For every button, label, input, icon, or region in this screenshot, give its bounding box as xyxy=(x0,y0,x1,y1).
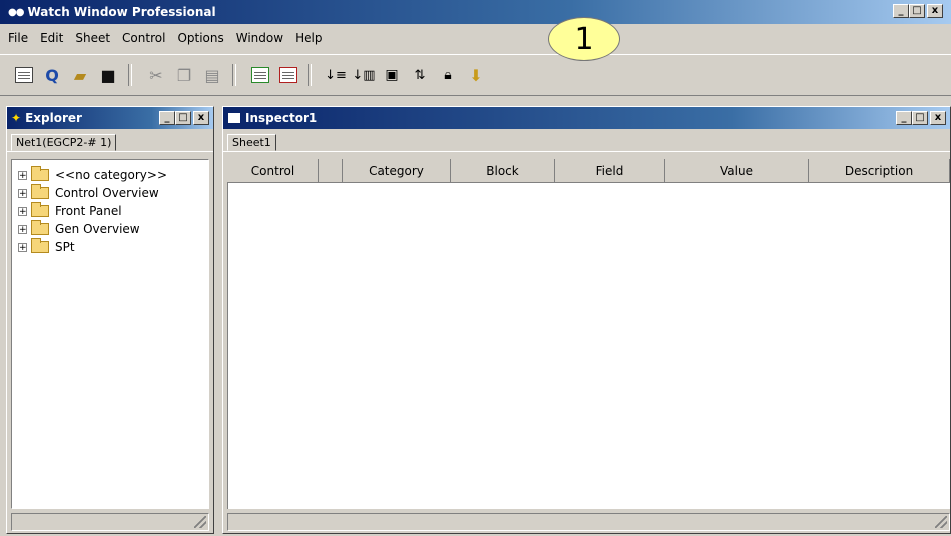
column-value[interactable]: Value xyxy=(665,159,809,183)
menu-window[interactable]: Window xyxy=(236,31,283,45)
inspector-pane: Inspector1 _ □ x Sheet1 Control Category… xyxy=(222,106,951,534)
inspector-window-controls: _ □ x xyxy=(896,111,946,125)
explorer-title-bar: ✦ Explorer _ □ x xyxy=(7,107,213,129)
tree-item-label: Front Panel xyxy=(55,204,122,218)
menu-edit[interactable]: Edit xyxy=(40,31,63,45)
callout-1: 1 xyxy=(548,17,620,61)
inspector-status-bar xyxy=(227,513,950,531)
menu-sheet[interactable]: Sheet xyxy=(75,31,110,45)
open-folder-icon[interactable]: ▰ xyxy=(68,63,92,87)
category-tree: + <<no category>> + Control Overview + F… xyxy=(11,159,209,509)
sort-descending-icon[interactable]: ↓▥ xyxy=(352,63,376,87)
explorer-title: Explorer xyxy=(25,111,82,125)
folder-icon xyxy=(31,220,49,235)
tree-item-label: SPt xyxy=(55,240,75,254)
column-category[interactable]: Category xyxy=(343,159,451,183)
grid-header: Control Category Block Field Value Descr… xyxy=(227,159,950,183)
menu-help[interactable]: Help xyxy=(295,31,322,45)
folder-icon xyxy=(31,184,49,199)
tree-item-spt[interactable]: + SPt xyxy=(18,238,202,256)
explorer-tabstrip: Net1(EGCP2-# 1) xyxy=(7,129,213,152)
inspector-tabstrip: Sheet1 xyxy=(223,129,950,152)
column-description[interactable]: Description xyxy=(809,159,950,183)
inspector-icon xyxy=(227,112,241,124)
resize-grip-icon[interactable] xyxy=(935,516,947,528)
save-disk-icon[interactable]: ■ xyxy=(96,63,120,87)
tree-item-front-panel[interactable]: + Front Panel xyxy=(18,202,202,220)
toolbar-separator xyxy=(232,64,236,86)
expand-icon[interactable]: + xyxy=(18,224,27,234)
inspector-minimize-button[interactable]: _ xyxy=(896,111,912,125)
explorer-close-button[interactable]: x xyxy=(193,111,209,125)
column-block[interactable]: Block xyxy=(451,159,555,183)
explorer-icon: ✦ xyxy=(11,111,22,125)
toolbar-separator xyxy=(128,64,132,86)
lock-icon[interactable]: 🔒︎ xyxy=(436,63,460,87)
tab-sheet1[interactable]: Sheet1 xyxy=(227,134,276,151)
new-inspector-icon[interactable]: Q xyxy=(40,63,64,87)
sort-ascending-icon[interactable]: ↓≡ xyxy=(324,63,348,87)
menu-control[interactable]: Control xyxy=(122,31,165,45)
column-blank[interactable] xyxy=(319,159,343,183)
column-field[interactable]: Field xyxy=(555,159,665,183)
menu-file[interactable]: File xyxy=(8,31,28,45)
cut-icon[interactable]: ✂ xyxy=(144,63,168,87)
expand-icon[interactable]: + xyxy=(18,206,27,216)
menu-options[interactable]: Options xyxy=(177,31,223,45)
explorer-minimize-button[interactable]: _ xyxy=(159,111,175,125)
close-button[interactable]: x xyxy=(927,4,943,18)
inspector-title-bar: Inspector1 _ □ x xyxy=(223,107,950,129)
binary-icon[interactable]: ⇅ xyxy=(408,63,432,87)
tree-item-no-category[interactable]: + <<no category>> xyxy=(18,166,202,184)
new-sheet-icon[interactable] xyxy=(12,63,36,87)
inspector-maximize-button[interactable]: □ xyxy=(912,111,928,125)
app-title-bar: ●● Watch Window Professional _ □ x xyxy=(0,0,951,24)
app-title: Watch Window Professional xyxy=(27,5,216,19)
tree-item-label: <<no category>> xyxy=(55,168,168,182)
maximize-button[interactable]: □ xyxy=(909,4,925,18)
minimize-button[interactable]: _ xyxy=(893,4,909,18)
window-controls: _ □ x xyxy=(893,4,943,18)
folder-icon xyxy=(31,202,49,217)
tree-item-control-overview[interactable]: + Control Overview xyxy=(18,184,202,202)
explorer-status-bar xyxy=(11,513,209,531)
menu-bar: File Edit Sheet Control Options Window H… xyxy=(0,27,334,49)
explorer-window-controls: _ □ x xyxy=(159,111,209,125)
tree-item-gen-overview[interactable]: + Gen Overview xyxy=(18,220,202,238)
tab-net1[interactable]: Net1(EGCP2-# 1) xyxy=(11,134,117,151)
paste-icon[interactable]: ▤ xyxy=(200,63,224,87)
device-icon[interactable]: ▣ xyxy=(380,63,404,87)
folder-icon xyxy=(31,238,49,253)
resize-grip-icon[interactable] xyxy=(194,516,206,528)
expand-icon[interactable]: + xyxy=(18,170,27,180)
folder-icon xyxy=(31,166,49,181)
download-arrow-icon[interactable]: ⬇ xyxy=(464,63,488,87)
expand-icon[interactable]: + xyxy=(18,188,27,198)
expand-icon[interactable]: + xyxy=(18,242,27,252)
tree-item-label: Control Overview xyxy=(55,186,159,200)
column-control[interactable]: Control xyxy=(227,159,319,183)
toolbar-separator xyxy=(308,64,312,86)
remove-sheet-icon[interactable] xyxy=(276,63,300,87)
tree-item-label: Gen Overview xyxy=(55,222,140,236)
inspector-close-button[interactable]: x xyxy=(930,111,946,125)
eyes-icon: ●● xyxy=(8,6,24,18)
explorer-pane: ✦ Explorer _ □ x Net1(EGCP2-# 1) + <<no … xyxy=(6,106,214,534)
copy-icon[interactable]: ❐ xyxy=(172,63,196,87)
main-toolbar: Q ▰ ■ ✂ ❐ ▤ ↓≡ ↓▥ ▣ ⇅ 🔒︎ ⬇ xyxy=(0,54,951,96)
explorer-maximize-button[interactable]: □ xyxy=(175,111,191,125)
add-sheet-icon[interactable] xyxy=(248,63,272,87)
grid-body[interactable] xyxy=(227,183,950,509)
inspector-title: Inspector1 xyxy=(245,111,318,125)
